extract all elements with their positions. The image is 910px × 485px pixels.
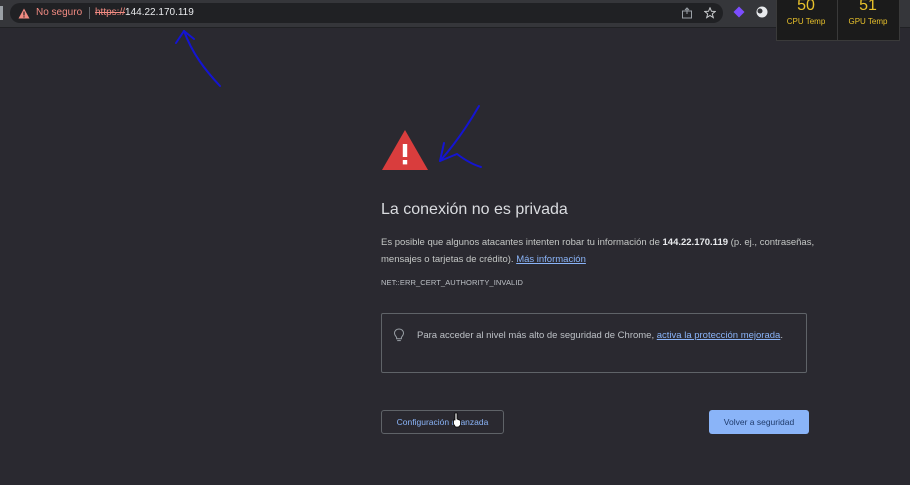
warning-icon[interactable] — [18, 8, 30, 19]
annotation-arrow-url — [175, 30, 221, 87]
temp-divider — [837, 0, 838, 40]
temperature-widget: 50 CPU Temp 51 GPU Temp — [776, 0, 900, 41]
desc-text: Es posible que algunos atacantes intente… — [381, 237, 663, 248]
gpu-temp-value: 51 — [859, 0, 877, 14]
gpu-temp-label: GPU Temp — [848, 17, 888, 26]
tab-edge — [0, 6, 3, 20]
url-scheme: https:// — [95, 7, 126, 18]
bulb-icon — [393, 328, 405, 342]
enhanced-protection-link[interactable]: activa la protección mejorada — [657, 330, 781, 341]
more-info-link[interactable]: Más información — [516, 254, 586, 265]
omnibox-separator — [89, 7, 90, 19]
gpu-temp-box: 51 GPU Temp — [839, 0, 897, 39]
desc-host: 144.22.170.119 — [662, 237, 729, 248]
error-code: NET::ERR_CERT_AUTHORITY_INVALID — [381, 278, 524, 287]
advanced-settings-button[interactable]: Configuración avanzada — [381, 410, 504, 434]
address-bar[interactable]: No seguro https://144.22.170.119 — [10, 3, 723, 23]
warning-triangle-icon — [382, 130, 428, 170]
security-status-chip[interactable]: No seguro — [36, 7, 82, 18]
page-title: La conexión no es privada — [381, 201, 568, 218]
star-icon[interactable] — [704, 7, 716, 19]
cpu-temp-box: 50 CPU Temp — [777, 0, 835, 39]
url-host: 144.22.170.119 — [125, 7, 194, 18]
info-end: . — [780, 330, 783, 341]
enhanced-protection-text: Para acceder al nivel más alto de seguri… — [417, 327, 787, 344]
annotation-arrow-warning — [439, 105, 482, 168]
error-description: Es posible que algunos atacantes intente… — [381, 234, 821, 268]
url-text[interactable]: https://144.22.170.119 — [95, 7, 194, 18]
extension-icon[interactable] — [733, 6, 745, 18]
cpu-temp-value: 50 — [797, 0, 815, 14]
cpu-temp-label: CPU Temp — [786, 17, 826, 26]
info-text: Para acceder al nivel más alto de seguri… — [417, 330, 657, 341]
back-to-safety-button[interactable]: Volver a seguridad — [709, 410, 809, 434]
share-icon[interactable] — [681, 7, 693, 19]
enhanced-protection-box: Para acceder al nivel más alto de seguri… — [381, 313, 807, 373]
browser-toolbar: No seguro https://144.22.170.119 — [0, 0, 910, 28]
profile-icon[interactable] — [756, 6, 768, 18]
mouse-cursor-icon — [453, 412, 461, 428]
